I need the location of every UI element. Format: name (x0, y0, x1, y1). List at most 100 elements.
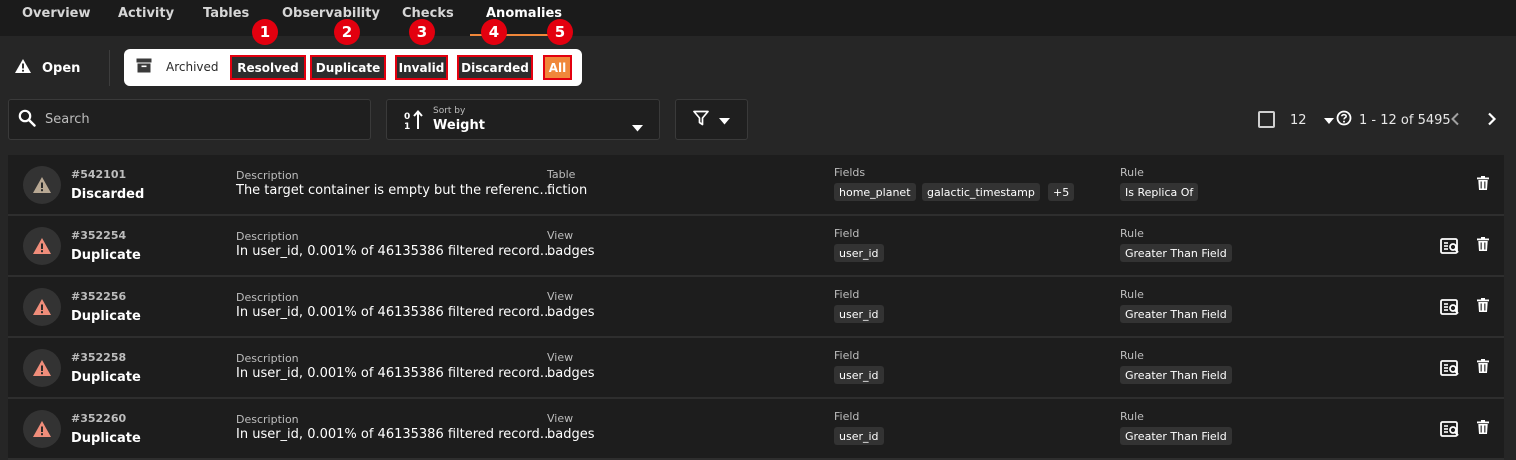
top-nav: Overview Activity Tables Observability C… (0, 0, 1516, 36)
sort-value: Weight (433, 118, 485, 133)
filter-funnel-icon (693, 110, 709, 130)
anomaly-id[interactable]: #542101 (71, 168, 126, 181)
tab-tables[interactable]: Tables (203, 6, 249, 21)
open-filter-button[interactable]: Open (14, 57, 80, 79)
warning-icon (14, 58, 32, 78)
container-name[interactable]: badges (547, 244, 595, 259)
field-chip[interactable]: galactic_timestamp (922, 183, 1040, 201)
caret-down-icon (1323, 113, 1334, 128)
container-name[interactable]: badges (547, 305, 595, 320)
tab-activity[interactable]: Activity (118, 6, 174, 21)
anomaly-row[interactable]: #542101 Discarded Description The target co… (8, 155, 1504, 214)
inspect-icon[interactable] (1440, 420, 1460, 438)
anomaly-id[interactable]: #352258 (71, 351, 126, 364)
anomaly-id[interactable]: #352260 (71, 412, 126, 425)
rule-chip[interactable]: Greater Than Field (1120, 427, 1232, 445)
delete-trash-icon[interactable] (1477, 298, 1489, 312)
delete-trash-icon[interactable] (1477, 237, 1489, 251)
description-label: Description (236, 413, 299, 426)
archived-status-panel: Archived Resolved Duplicate Invalid Disc… (124, 49, 582, 86)
pagination-range: 1 - 12 of 5495 (1336, 110, 1451, 130)
status-all-button[interactable]: All (543, 55, 572, 80)
delete-trash-icon[interactable] (1477, 359, 1489, 373)
rule-chip[interactable]: Greater Than Field (1120, 305, 1232, 323)
sort-label: Sort by (433, 106, 466, 116)
page-size-value: 12 (1290, 112, 1307, 128)
sort-dropdown[interactable]: 01 Sort by Weight (386, 99, 660, 140)
callout-badge: 3 (409, 19, 435, 45)
fields-label: Fields (834, 166, 866, 179)
fields-label: Field (834, 227, 860, 240)
field-chip[interactable]: user_id (834, 366, 884, 384)
description-text: In user_id, 0.001% of 46135386 filtered … (236, 305, 553, 320)
caret-down-icon (632, 117, 643, 136)
filter-divider (109, 50, 110, 86)
status-resolved-button[interactable]: Resolved (230, 55, 306, 80)
fields-label: Field (834, 288, 860, 301)
description-label: Description (236, 169, 299, 182)
container-type-label: View (547, 351, 574, 364)
anomaly-id[interactable]: #352254 (71, 229, 126, 242)
sort-numeric-icon: 01 (404, 109, 424, 134)
description-text: The target container is empty but the re… (236, 183, 553, 198)
rule-label: Rule (1120, 410, 1144, 423)
anomaly-id[interactable]: #352256 (71, 290, 126, 303)
container-name[interactable]: badges (547, 366, 595, 381)
callout-badge: 2 (334, 19, 360, 45)
callout-badge: 5 (547, 19, 573, 45)
anomaly-row[interactable]: #352254 Duplicate Description In user_id, 0… (8, 216, 1504, 275)
anomaly-row[interactable]: #352260 Duplicate Description In user_id, 0… (8, 399, 1504, 458)
filter-button[interactable] (675, 99, 748, 140)
field-chip[interactable]: +5 (1048, 183, 1075, 201)
search-input[interactable] (45, 112, 345, 127)
rule-label: Rule (1120, 227, 1144, 240)
delete-trash-icon[interactable] (1477, 420, 1489, 434)
rule-label: Rule (1120, 288, 1144, 301)
inspect-icon[interactable] (1440, 359, 1460, 377)
prev-page-chevron-icon[interactable] (1450, 112, 1460, 126)
rule-chip[interactable]: Greater Than Field (1120, 366, 1232, 384)
select-all-checkbox[interactable] (1258, 111, 1275, 128)
archived-filter[interactable]: Archived (136, 58, 219, 76)
anomaly-row[interactable]: #352256 Duplicate Description In user_id, 0… (8, 277, 1504, 336)
status-discarded-button[interactable]: Discarded (457, 55, 533, 80)
field-chip[interactable]: user_id (834, 427, 884, 445)
tab-overview[interactable]: Overview (22, 6, 91, 21)
rule-chip[interactable]: Is Replica Of (1120, 183, 1199, 201)
rule-label: Rule (1120, 166, 1144, 179)
container-name[interactable]: badges (547, 427, 595, 442)
page-size-select[interactable]: 12 (1290, 111, 1334, 129)
description-label: Description (236, 352, 299, 365)
next-page-chevron-icon[interactable] (1487, 112, 1497, 126)
tab-checks[interactable]: Checks (402, 6, 454, 21)
container-type-label: View (547, 412, 574, 425)
pagination-range-text: 1 - 12 of 5495 (1359, 112, 1451, 128)
caret-down-icon (719, 110, 730, 129)
description-text: In user_id, 0.001% of 46135386 filtered … (236, 366, 553, 381)
field-chip[interactable]: user_id (834, 305, 884, 323)
anomaly-status: Duplicate (71, 370, 141, 385)
description-label: Description (236, 230, 299, 243)
help-icon[interactable] (1336, 110, 1352, 130)
field-chip[interactable]: user_id (834, 244, 884, 262)
status-invalid-button[interactable]: Invalid (395, 55, 448, 80)
inspect-icon[interactable] (1440, 237, 1460, 255)
anomaly-warning-icon (23, 349, 61, 387)
rule-label: Rule (1120, 349, 1144, 362)
description-text: In user_id, 0.001% of 46135386 filtered … (236, 427, 553, 442)
anomaly-status: Discarded (71, 187, 145, 202)
container-name[interactable]: fiction (547, 183, 587, 198)
tab-observability[interactable]: Observability (282, 6, 380, 21)
anomaly-row[interactable]: #352258 Duplicate Description In user_id, 0… (8, 338, 1504, 397)
search-box[interactable] (8, 99, 371, 140)
delete-trash-icon[interactable] (1477, 176, 1489, 190)
field-chip[interactable]: home_planet (834, 183, 916, 201)
anomaly-status: Duplicate (71, 431, 141, 446)
search-icon (18, 109, 36, 131)
status-duplicate-button[interactable]: Duplicate (310, 55, 386, 80)
svg-text:0: 0 (404, 112, 410, 122)
rule-chip[interactable]: Greater Than Field (1120, 244, 1232, 262)
inspect-icon[interactable] (1440, 298, 1460, 316)
anomaly-warning-icon (23, 410, 61, 448)
description-label: Description (236, 291, 299, 304)
